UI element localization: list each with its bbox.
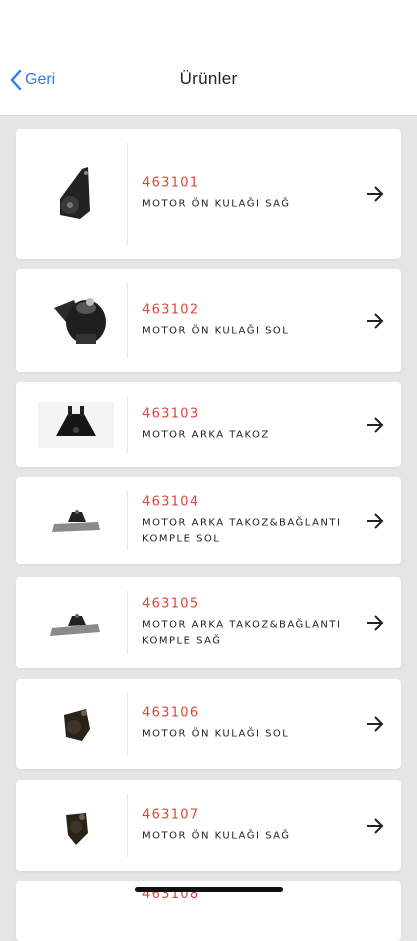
product-card[interactable]: 463105 MOTOR ARKA TAKOZ&BAĞLANTI KOMPLE … bbox=[16, 577, 401, 668]
product-list: 463101 MOTOR ÖN KULAĞI SAĞ 463102 MOTOR … bbox=[0, 0, 417, 941]
arrow-right-icon[interactable] bbox=[365, 312, 385, 330]
card-divider bbox=[127, 591, 128, 654]
product-name: MOTOR ÖN KULAĞI SOL bbox=[142, 728, 290, 740]
product-code: 463104 bbox=[142, 494, 200, 509]
arrow-right-icon[interactable] bbox=[365, 614, 385, 632]
card-divider bbox=[127, 693, 128, 755]
product-name: MOTOR ARKA TAKOZ&BAĞLANTI KOMPLE SOL bbox=[142, 517, 342, 544]
product-name: MOTOR ARKA TAKOZ bbox=[142, 429, 270, 440]
card-divider bbox=[127, 396, 128, 453]
product-code: 463105 bbox=[142, 596, 200, 611]
card-divider bbox=[127, 794, 128, 857]
product-image bbox=[30, 689, 122, 759]
product-name: MOTOR ÖN KULAĞI SOL bbox=[142, 325, 290, 336]
product-image bbox=[30, 791, 122, 861]
arrow-right-icon[interactable] bbox=[365, 817, 385, 835]
product-image bbox=[30, 286, 122, 356]
card-divider bbox=[127, 491, 128, 550]
arrow-right-icon[interactable] bbox=[365, 512, 385, 530]
product-card[interactable]: 463104 MOTOR ARKA TAKOZ&BAĞLANTI KOMPLE … bbox=[16, 477, 401, 564]
product-code: 463102 bbox=[142, 302, 200, 317]
product-name: MOTOR ÖN KULAĞI SAĞ bbox=[142, 198, 291, 210]
nav-header: Geri Ürünler bbox=[0, 0, 417, 116]
product-image bbox=[30, 486, 122, 556]
product-code: 463101 bbox=[142, 175, 200, 191]
home-indicator bbox=[135, 887, 283, 892]
arrow-right-icon[interactable] bbox=[365, 715, 385, 733]
page-title: Ürünler bbox=[179, 69, 238, 88]
arrow-right-icon[interactable] bbox=[365, 416, 385, 434]
product-image bbox=[30, 159, 122, 229]
product-card[interactable]: 463103 MOTOR ARKA TAKOZ bbox=[16, 382, 401, 467]
product-code: 463106 bbox=[142, 705, 200, 721]
product-name: MOTOR ÖN KULAĞI SAĞ bbox=[142, 830, 291, 841]
product-code: 463107 bbox=[142, 807, 200, 822]
arrow-right-icon[interactable] bbox=[365, 185, 385, 203]
product-image bbox=[30, 390, 122, 460]
product-card[interactable]: 463101 MOTOR ÖN KULAĞI SAĞ bbox=[16, 129, 401, 259]
product-card[interactable]: 463102 MOTOR ÖN KULAĞI SOL bbox=[16, 269, 401, 372]
product-name: MOTOR ARKA TAKOZ&BAĞLANTI KOMPLE SAĞ bbox=[142, 619, 342, 646]
product-card[interactable]: 463106 MOTOR ÖN KULAĞI SOL bbox=[16, 679, 401, 769]
product-image bbox=[30, 588, 122, 658]
product-code: 463103 bbox=[142, 406, 200, 421]
product-card[interactable]: 463107 MOTOR ÖN KULAĞI SAĞ bbox=[16, 780, 401, 871]
card-divider bbox=[127, 283, 128, 358]
card-divider bbox=[127, 143, 128, 245]
